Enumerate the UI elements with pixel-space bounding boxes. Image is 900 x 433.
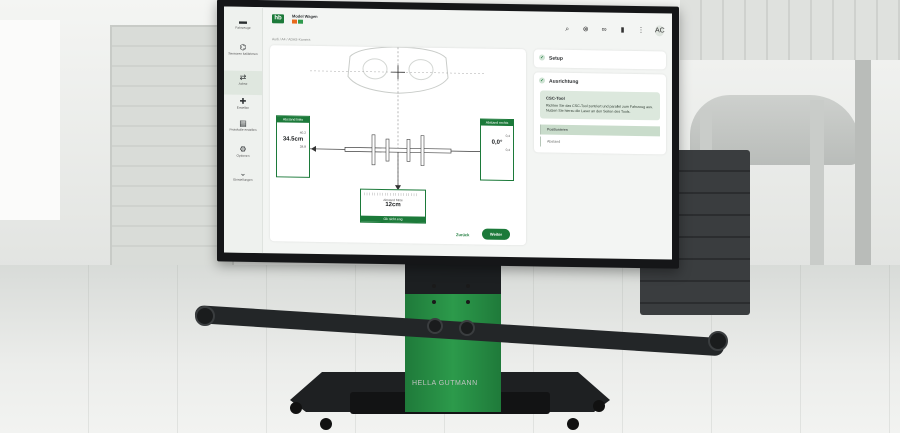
headlight-left: [362, 58, 388, 80]
setup-panel[interactable]: ✓ Setup: [534, 49, 666, 70]
gauge-left-lower: 28.8: [299, 144, 306, 149]
sidebar-item-label: Erstellen: [236, 105, 250, 110]
search-icon[interactable]: ⌕: [563, 26, 572, 34]
gauge-left: Abstand links 40.2 34.5cm 28.8: [276, 115, 310, 178]
crossbar-end-left[interactable]: [195, 306, 215, 326]
check-icon: ✓: [539, 77, 545, 84]
top-bar: hb Model Wagen ⌕ ⊗ ∞ ▮ ⋮ AC: [262, 7, 672, 38]
vehicle-model: Model Wagen: [292, 13, 318, 19]
alignment-title: Ausrichtung: [549, 78, 579, 86]
caster-wheel: [567, 418, 579, 430]
gauge-right-lower: 0,4: [505, 147, 510, 152]
sidebar-item-sensors[interactable]: ⌬ Sensoren kalibrieren: [224, 40, 262, 69]
steps-column: ✓ Setup ✓ Ausrichtung CSC-Tool Richten S…: [534, 49, 666, 159]
caster-wheel: [320, 418, 332, 430]
stand-brand-label: HELLA GUTMANN: [412, 380, 478, 387]
breadcrumb: Audi / A4 / ADAS-Kamera: [272, 37, 311, 42]
gauge-bottom: | | | | | | | | | | | | | | | | | | | | …: [360, 188, 426, 224]
workshop-ceiling: [680, 0, 900, 60]
gauge-left-header: Abstand links: [277, 116, 309, 123]
instruction-text: Richten Sie das CSC-Tool zentriert und p…: [546, 103, 653, 114]
headlight-right: [408, 59, 434, 81]
monitor: ▬ Fahrzeuge ⌬ Sensoren kalibrieren ⇄ Ach…: [217, 0, 679, 269]
gauge-left-value: 34.5cm: [282, 136, 304, 143]
caster-wheel: [290, 402, 302, 414]
warning-badge: [292, 19, 297, 24]
alignment-panel[interactable]: ✓ Ausrichtung CSC-Tool Richten Sie das C…: [534, 72, 666, 155]
caster-wheel: [593, 400, 605, 412]
gauge-right-upper: 0,4: [505, 133, 510, 138]
check-icon: ✓: [539, 54, 545, 61]
next-button[interactable]: Weiter: [482, 228, 510, 240]
csc-tool-bar: [344, 147, 452, 154]
document-icon: ▤: [239, 118, 247, 128]
sidebar-item-reports[interactable]: ▤ Protokolle erstellen: [224, 116, 262, 145]
sidebar-item-options[interactable]: ⚙ Optionen: [224, 142, 262, 167]
sidebar-item-vehicles[interactable]: ▬ Fahrzeuge: [224, 14, 262, 39]
setup-title: Setup: [549, 55, 563, 62]
sidebar-item-create[interactable]: ✚ Erstellen: [224, 94, 262, 119]
add-icon: ✚: [239, 96, 247, 106]
sidebar-item-label: Optionen: [236, 153, 250, 158]
connection-badge: [297, 19, 303, 24]
workshop-window: [0, 20, 60, 220]
mount-hole: [432, 284, 436, 288]
stand-column-cap: [405, 262, 501, 294]
arrow-left: [311, 145, 316, 152]
align-icon: ⇄: [239, 72, 247, 82]
tool-post-right: [420, 135, 425, 166]
sidebar-item-label: Fahrzeuge: [235, 25, 251, 30]
chevron-down-icon: ⌄: [239, 168, 247, 178]
screen: ▬ Fahrzeuge ⌬ Sensoren kalibrieren ⇄ Ach…: [224, 6, 672, 260]
tool-post-inner-right: [406, 139, 411, 162]
tool-post-inner-left: [385, 138, 390, 162]
instruction-title: CSC-Tool: [546, 95, 565, 101]
sidebar-item-label: Einstellungen: [233, 177, 253, 182]
battery-icon[interactable]: ▮: [618, 26, 627, 34]
link-icon[interactable]: ⊗: [581, 25, 590, 33]
sidebar-item-label: Achse: [238, 81, 248, 86]
sidebar-item-label: Sensoren kalibrieren: [228, 51, 258, 57]
garage-door: [110, 25, 234, 269]
gauge-right-header: Abstand rechts: [481, 119, 513, 127]
crossbar-end-right[interactable]: [708, 331, 728, 351]
vehicle-status: [292, 19, 303, 24]
gauge-right: Abstand rechts 0,4 0,0° 0,4: [480, 118, 514, 182]
app-logo: hb: [272, 14, 284, 24]
sidebar-item-axle[interactable]: ⇄ Achse: [224, 70, 262, 96]
settings-icon: ⚙: [239, 144, 247, 154]
mount-hole: [432, 300, 436, 304]
avatar[interactable]: AC: [655, 25, 665, 37]
gauge-bottom-value: 12cm: [385, 202, 401, 209]
gauge-left-upper: 40.2: [299, 130, 306, 135]
mount-hole: [466, 300, 470, 304]
sidebar-item-label: Protokolle erstellen: [229, 127, 257, 132]
sidebar: ▬ Fahrzeuge ⌬ Sensoren kalibrieren ⇄ Ach…: [224, 6, 263, 254]
tool-post-left: [371, 134, 376, 166]
top-icons: ⌕ ⊗ ∞ ▮ ⋮ AC: [558, 18, 665, 38]
mount-hole: [466, 284, 470, 288]
glasses-icon[interactable]: ∞: [600, 26, 609, 33]
alignment-diagram-card: Abstand links 40.2 34.5cm 28.8 Abstand r…: [270, 45, 526, 246]
gauge-right-value: 0,0°: [491, 139, 503, 146]
folder-icon: ▬: [239, 16, 247, 26]
sensor-icon: ⌬: [239, 42, 247, 52]
gauge-bottom-footer: Ok nicht.eng: [361, 215, 425, 223]
crossbar-clamp[interactable]: [427, 318, 443, 334]
menu-icon[interactable]: ⋮: [637, 26, 646, 34]
crossbar-clamp[interactable]: [459, 320, 475, 336]
step-distance[interactable]: Abstand: [540, 136, 660, 149]
instruction-box: CSC-Tool Richten Sie das CSC-Tool zentri…: [540, 90, 660, 121]
sidebar-item-settings[interactable]: ⌄ Einstellungen: [224, 166, 262, 195]
back-button[interactable]: Zurück: [456, 232, 469, 237]
step-position[interactable]: Positionieren: [540, 124, 660, 137]
